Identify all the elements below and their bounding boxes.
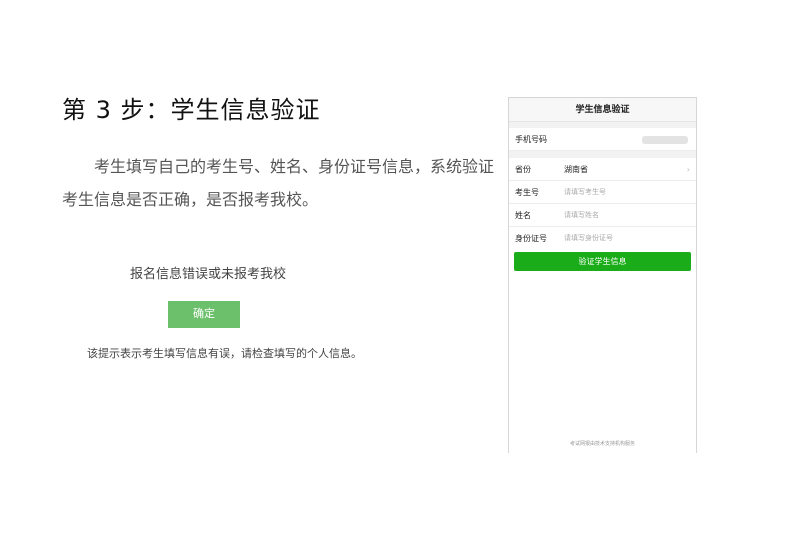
exam-number-row: 考生号 请填写考生号	[509, 181, 696, 204]
province-label: 省份	[515, 165, 531, 174]
instruction-paragraph: 考生填写自己的考生号、姓名、身份证号信息，系统验证考生信息是否正确，是否报考我校…	[62, 157, 495, 209]
page-title: 第 3 步：学生信息验证	[62, 96, 321, 124]
confirm-button[interactable]: 确定	[168, 301, 240, 328]
error-message: 报名信息错误或未报考我校	[130, 267, 287, 282]
error-dialog: 报名信息错误或未报考我校 确定	[92, 248, 307, 336]
phone-footer: 考试网报由技术支持机构服务	[569, 441, 635, 447]
phone-content-area: 考试网报由技术支持机构服务	[509, 243, 696, 453]
error-caption: 该提示表示考生填写信息有误，请检查填写的个人信息。	[87, 347, 362, 360]
phone-number-label: 手机号码	[515, 135, 547, 144]
phone-screenshot: 学生信息验证 手机号码 省份 湖南省 › 考生号 请填写考生号 姓名 请填写姓名…	[508, 97, 697, 453]
name-row: 姓名 请填写姓名	[509, 204, 696, 227]
phone-number-blurred-value	[642, 136, 688, 144]
name-label: 姓名	[515, 211, 531, 220]
exam-number-input[interactable]: 请填写考生号	[564, 181, 606, 204]
phone-page-title: 学生信息验证	[509, 98, 696, 122]
chevron-right-icon: ›	[686, 165, 690, 174]
province-row[interactable]: 省份 湖南省 ›	[509, 158, 696, 181]
phone-number-row: 手机号码	[509, 128, 696, 151]
exam-number-label: 考生号	[515, 188, 539, 197]
name-input[interactable]: 请填写姓名	[564, 204, 599, 227]
province-value: 湖南省	[564, 165, 588, 174]
verify-student-button[interactable]: 验证学生信息	[514, 252, 691, 271]
